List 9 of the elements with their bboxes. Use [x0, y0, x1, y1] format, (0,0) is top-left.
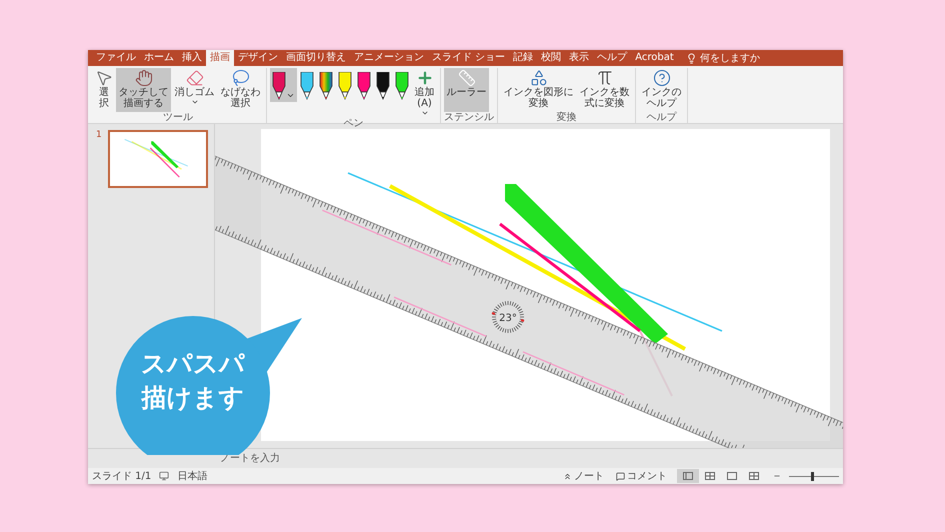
group-label: ツール [162, 112, 194, 123]
group-label: ヘルプ [646, 112, 678, 123]
ruler-angle: 23° [499, 313, 517, 324]
slide-number: 1 [96, 130, 102, 142]
callout-text: スパスパ描けます [140, 348, 246, 414]
group-label: ペン [342, 118, 364, 129]
slide-count: スライド 1/1 [92, 470, 152, 483]
group-label: ステンシル [444, 112, 494, 123]
group-label: 変換 [556, 112, 578, 123]
